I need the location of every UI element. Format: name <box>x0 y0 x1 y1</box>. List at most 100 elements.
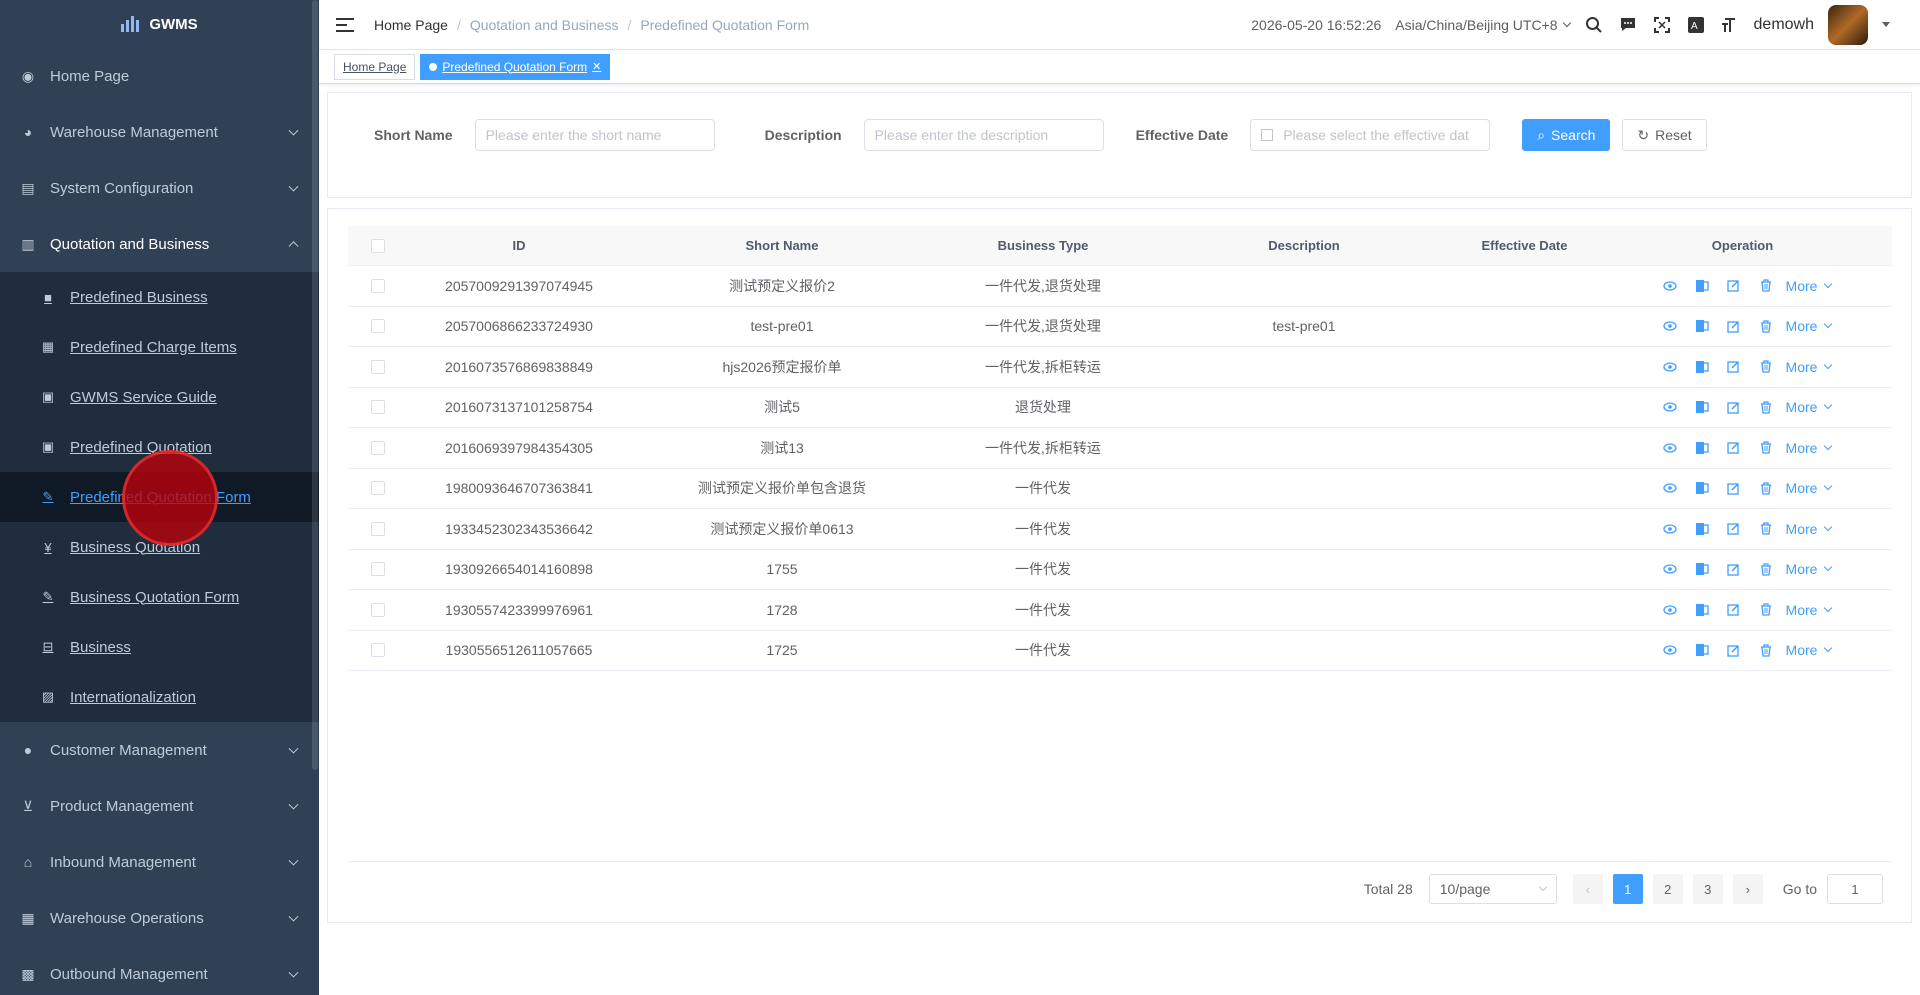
row-checkbox[interactable] <box>371 481 385 496</box>
delete-icon[interactable] <box>1750 320 1782 333</box>
edit-icon[interactable] <box>1718 644 1750 657</box>
tag-home-page[interactable]: Home Page <box>334 53 416 80</box>
effective-date-picker[interactable]: Please select the effective dat <box>1250 119 1491 151</box>
delete-icon[interactable] <box>1750 644 1782 657</box>
delete-icon[interactable] <box>1750 401 1782 414</box>
edit-icon[interactable] <box>1718 603 1750 616</box>
edit-icon[interactable] <box>1718 401 1750 414</box>
edit-icon[interactable] <box>1718 522 1750 535</box>
timezone-select[interactable]: Asia/China/Beijing UTC+8 <box>1395 17 1571 33</box>
sidebar-item-predefined-quotation[interactable]: ▣ Predefined Quotation <box>0 422 319 472</box>
more-dropdown[interactable]: More <box>1786 602 1833 618</box>
word-export-icon[interactable] <box>1686 522 1718 536</box>
view-icon[interactable] <box>1654 524 1686 534</box>
word-export-icon[interactable] <box>1686 481 1718 495</box>
breadcrumb-home[interactable]: Home Page <box>374 17 448 33</box>
word-export-icon[interactable] <box>1686 400 1718 414</box>
delete-icon[interactable] <box>1750 441 1782 454</box>
row-checkbox[interactable] <box>371 602 385 617</box>
sidebar-item-business-quotation[interactable]: ¥ Business Quotation <box>0 522 319 572</box>
reset-button[interactable]: ↻ Reset <box>1622 119 1707 151</box>
more-dropdown[interactable]: More <box>1786 480 1833 496</box>
delete-icon[interactable] <box>1750 603 1782 616</box>
more-dropdown[interactable]: More <box>1786 278 1833 294</box>
row-checkbox[interactable] <box>371 400 385 415</box>
sidebar-item-warehouse-management[interactable]: ◕ Warehouse Management <box>0 104 319 160</box>
edit-icon[interactable] <box>1718 279 1750 292</box>
word-export-icon[interactable] <box>1686 279 1718 293</box>
view-icon[interactable] <box>1654 362 1686 372</box>
sidebar-item-outbound-management[interactable]: ▩ Outbound Management <box>0 946 319 995</box>
row-checkbox[interactable] <box>371 562 385 577</box>
sidebar-item-predefined-charge-items[interactable]: ▦ Predefined Charge Items <box>0 322 319 372</box>
avatar[interactable] <box>1828 4 1868 45</box>
sidebar-item-product-management[interactable]: ⊻ Product Management <box>0 778 319 834</box>
caret-down-icon[interactable] <box>1882 22 1890 27</box>
goto-page-input[interactable]: 1 <box>1827 874 1883 904</box>
sidebar-item-internationalization[interactable]: ▨ Internationalization <box>0 672 319 722</box>
delete-icon[interactable] <box>1750 482 1782 495</box>
hamburger-icon[interactable] <box>336 17 354 32</box>
delete-icon[interactable] <box>1750 279 1782 292</box>
sidebar-item-inbound-management[interactable]: ⌂ Inbound Management <box>0 834 319 890</box>
sidebar-item-warehouse-operations[interactable]: ▦ Warehouse Operations <box>0 890 319 946</box>
delete-icon[interactable] <box>1750 563 1782 576</box>
more-dropdown[interactable]: More <box>1786 561 1833 577</box>
view-icon[interactable] <box>1654 645 1686 655</box>
row-checkbox[interactable] <box>371 440 385 455</box>
word-export-icon[interactable] <box>1686 319 1718 333</box>
page-button-3[interactable]: 3 <box>1692 874 1723 904</box>
username[interactable]: demowh <box>1754 16 1814 34</box>
delete-icon[interactable] <box>1750 360 1782 373</box>
app-logo[interactable]: GWMS <box>0 0 319 48</box>
view-icon[interactable] <box>1654 605 1686 615</box>
more-dropdown[interactable]: More <box>1786 521 1833 537</box>
more-dropdown[interactable]: More <box>1786 642 1833 658</box>
language-icon[interactable]: A <box>1686 15 1706 35</box>
sidebar-item-business-quotation-form[interactable]: ✎ Business Quotation Form <box>0 572 319 622</box>
edit-icon[interactable] <box>1718 320 1750 333</box>
page-button-1[interactable]: 1 <box>1612 874 1643 904</box>
view-icon[interactable] <box>1654 321 1686 331</box>
sidebar-item-predefined-quotation-form[interactable]: ✎ Predefined Quotation Form <box>0 472 319 522</box>
word-export-icon[interactable] <box>1686 441 1718 455</box>
view-icon[interactable] <box>1654 483 1686 493</box>
sidebar-item-predefined-business[interactable]: ■ Predefined Business <box>0 272 319 322</box>
row-checkbox[interactable] <box>371 359 385 374</box>
message-icon[interactable] <box>1618 15 1638 35</box>
word-export-icon[interactable] <box>1686 603 1718 617</box>
edit-icon[interactable] <box>1718 482 1750 495</box>
more-dropdown[interactable]: More <box>1786 399 1833 415</box>
font-size-icon[interactable] <box>1720 15 1740 35</box>
prev-page-button[interactable]: ‹ <box>1572 874 1603 904</box>
sidebar-item-business[interactable]: ⊟ Business <box>0 622 319 672</box>
row-checkbox[interactable] <box>371 521 385 536</box>
word-export-icon[interactable] <box>1686 562 1718 576</box>
more-dropdown[interactable]: More <box>1786 318 1833 334</box>
row-checkbox[interactable] <box>371 643 385 658</box>
select-all-checkbox[interactable] <box>371 238 385 253</box>
short-name-input[interactable]: Please enter the short name <box>474 119 715 151</box>
view-icon[interactable] <box>1654 564 1686 574</box>
sidebar-item-quotation-and-business[interactable]: ▥ Quotation and Business <box>0 216 319 272</box>
word-export-icon[interactable] <box>1686 643 1718 657</box>
view-icon[interactable] <box>1654 402 1686 412</box>
more-dropdown[interactable]: More <box>1786 359 1833 375</box>
sidebar-item-home-page[interactable]: ◉ Home Page <box>0 48 319 104</box>
description-input[interactable]: Please enter the description <box>863 119 1104 151</box>
fullscreen-icon[interactable] <box>1652 15 1672 35</box>
next-page-button[interactable]: › <box>1732 874 1763 904</box>
search-button[interactable]: ⌕ Search <box>1522 119 1611 151</box>
sidebar-item-gwms-service-guide[interactable]: ▣ GWMS Service Guide <box>0 372 319 422</box>
search-icon[interactable] <box>1584 15 1604 35</box>
edit-icon[interactable] <box>1718 563 1750 576</box>
edit-icon[interactable] <box>1718 360 1750 373</box>
more-dropdown[interactable]: More <box>1786 440 1833 456</box>
edit-icon[interactable] <box>1718 441 1750 454</box>
page-size-select[interactable]: 10/page <box>1428 874 1557 904</box>
sidebar-item-system-configuration[interactable]: ▤ System Configuration <box>0 160 319 216</box>
tag-predefined-quotation-form[interactable]: Predefined Quotation Form ✕ <box>420 53 611 80</box>
close-icon[interactable]: ✕ <box>592 55 601 79</box>
row-checkbox[interactable] <box>371 319 385 334</box>
word-export-icon[interactable] <box>1686 360 1718 374</box>
